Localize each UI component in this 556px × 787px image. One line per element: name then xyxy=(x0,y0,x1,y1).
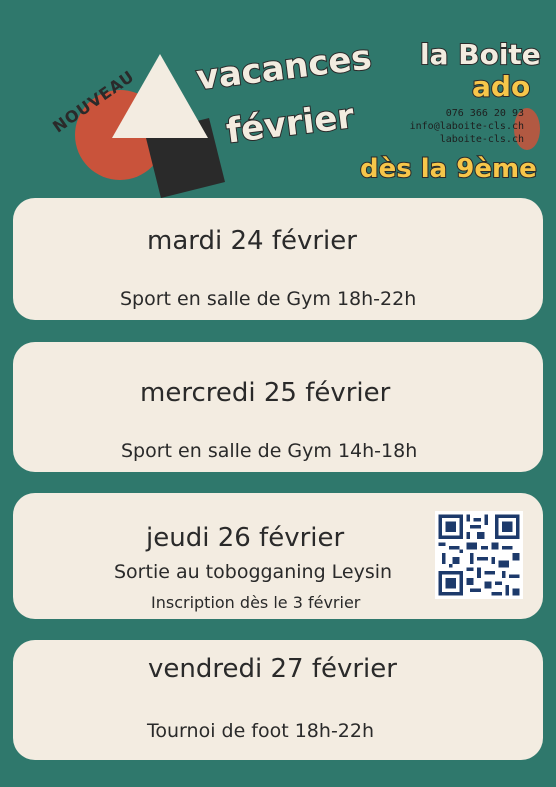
event-card-2: mercredi 25 février Sport en salle de Gy… xyxy=(13,342,543,472)
brand-name: la Boite xyxy=(419,37,542,72)
contact-email: info@laboite-cls.ch xyxy=(409,121,524,132)
event-detail: Sport en salle de Gym 18h-22h xyxy=(120,288,417,310)
event-card-3: jeudi 26 février Sortie au tobogganing L… xyxy=(13,493,543,619)
event-detail: Tournoi de foot 18h-22h xyxy=(147,720,375,742)
event-day: jeudi 26 février xyxy=(146,523,345,553)
title-line-2: février xyxy=(223,95,357,152)
qr-code-icon[interactable] xyxy=(435,511,523,599)
event-card-1: mardi 24 février Sport en salle de Gym 1… xyxy=(13,198,543,320)
contact-website: laboite-cls.ch xyxy=(439,134,524,145)
brand-block: la Boite ado 076 366 20 93 info@laboite-… xyxy=(410,37,542,158)
event-detail: Sport en salle de Gym 14h-18h xyxy=(121,440,418,462)
brand-sub: ado xyxy=(471,69,531,104)
header: NOUVEAU vacances février la Boite ado 07… xyxy=(0,0,556,200)
event-day: vendredi 27 février xyxy=(148,654,397,684)
event-day: mardi 24 février xyxy=(147,226,357,256)
event-note: Inscription dès le 3 février xyxy=(151,593,361,612)
event-card-4: vendredi 27 février Tournoi de foot 18h-… xyxy=(13,640,543,760)
event-day: mercredi 25 février xyxy=(140,378,391,408)
grade-label: dès la 9ème xyxy=(359,153,538,185)
event-detail: Sortie au tobogganing Leysin xyxy=(114,561,393,583)
title-line-1: vacances xyxy=(193,36,374,99)
contact-phone: 076 366 20 93 xyxy=(445,108,524,119)
event-title: vacances février xyxy=(193,36,374,170)
